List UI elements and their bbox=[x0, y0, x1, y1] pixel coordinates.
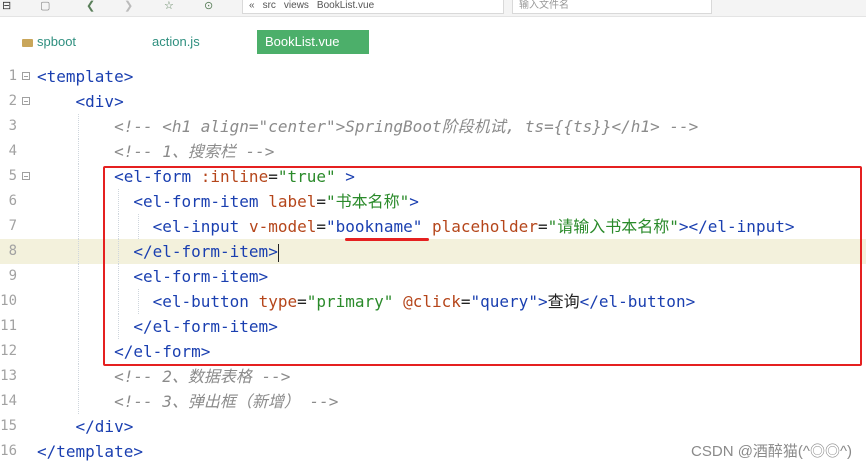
tab-label: action.js bbox=[152, 34, 200, 49]
code-line: 9 <el-form-item> bbox=[0, 264, 866, 289]
code-attr: :inline bbox=[200, 167, 269, 186]
code-token: <el-form-item bbox=[133, 192, 259, 211]
code-token: = bbox=[297, 292, 307, 311]
menu-icon[interactable]: ⊟ bbox=[2, 0, 11, 12]
code-attr: placeholder bbox=[431, 217, 538, 236]
code-line: 1 <template> bbox=[0, 64, 866, 89]
folder-icon bbox=[22, 38, 33, 47]
line-number: 2 bbox=[8, 93, 17, 109]
code-string: "请输入书本名称" bbox=[547, 217, 679, 236]
code-line: 5 <el-form :inline="true" > bbox=[0, 164, 866, 189]
code-line: 4 <!-- 1、搜索栏 --> bbox=[0, 139, 866, 164]
code-line: 10 <el-button type="primary" @click="que… bbox=[0, 289, 866, 314]
line-number: 1 bbox=[8, 68, 17, 84]
code-line: 15 </div> bbox=[0, 414, 866, 439]
line-number: 10 bbox=[0, 293, 17, 309]
code-token: </el-button> bbox=[579, 292, 696, 311]
code-token: = bbox=[537, 217, 548, 236]
code-token: </el-form-item> bbox=[133, 242, 278, 261]
line-number: 3 bbox=[8, 118, 17, 134]
code-token: <el-form bbox=[114, 167, 192, 186]
tab-booklist-vue[interactable]: BookList.vue bbox=[257, 30, 369, 54]
code-string: "书本名称" bbox=[326, 192, 410, 211]
code-comment: <!-- 2、数据表格 --> bbox=[114, 367, 291, 386]
code-token: </div> bbox=[75, 417, 134, 436]
breadcrumb: « src views BookList.vue bbox=[242, 0, 504, 14]
line-number: 11 bbox=[0, 318, 17, 334]
code-comment: <!-- <h1 align="center">SpringBoot阶段机试, … bbox=[114, 117, 699, 136]
code-token: = bbox=[316, 217, 327, 236]
code-token: <el-input bbox=[152, 217, 240, 236]
back-icon[interactable]: ❮ bbox=[86, 0, 95, 12]
line-number: 12 bbox=[0, 343, 17, 359]
tab-label: BookList.vue bbox=[265, 34, 340, 49]
tab-spboot[interactable]: spboot bbox=[14, 30, 84, 54]
code-token: = bbox=[460, 292, 471, 311]
breadcrumb-src[interactable]: src bbox=[263, 0, 276, 11]
code-token: > bbox=[409, 192, 419, 211]
code-line: 14 <!-- 3、弹出框（新增） --> bbox=[0, 389, 866, 414]
code-line: 6 <el-form-item label="书本名称"> bbox=[0, 189, 866, 214]
file-search-input[interactable]: 输入文件名 bbox=[512, 0, 712, 14]
breadcrumb-views[interactable]: views bbox=[284, 0, 309, 11]
code-line: 7 <el-input v-model="bookname" placehold… bbox=[0, 214, 866, 239]
code-token: <div> bbox=[75, 92, 124, 111]
file-icon[interactable]: ▢ bbox=[40, 0, 50, 12]
code-token: <template> bbox=[37, 67, 134, 86]
line-number: 16 bbox=[0, 443, 17, 459]
fold-icon[interactable] bbox=[22, 97, 30, 105]
line-number: 5 bbox=[8, 168, 17, 184]
code-attr: label bbox=[268, 192, 317, 211]
top-toolbar: ⊟ ▢ ❮ ❯ ☆ ⊙ « src views BookList.vue 输入文件名 bbox=[0, 0, 866, 17]
line-number: 6 bbox=[8, 193, 17, 209]
line-number: 8 bbox=[8, 243, 17, 259]
code-string: "bookname" bbox=[326, 217, 423, 236]
line-number: 13 bbox=[0, 368, 17, 384]
star-icon[interactable]: ☆ bbox=[164, 0, 174, 12]
code-token: = bbox=[268, 167, 278, 186]
line-number: 15 bbox=[0, 418, 17, 434]
code-token: </el-form> bbox=[114, 342, 211, 361]
line-number: 4 bbox=[8, 143, 17, 159]
code-string: "true" bbox=[277, 167, 336, 186]
line-number: 7 bbox=[8, 218, 17, 234]
code-attr: @click bbox=[403, 292, 461, 311]
code-token: <el-form-item> bbox=[133, 267, 269, 286]
breadcrumb-file[interactable]: BookList.vue bbox=[317, 0, 374, 11]
code-line: 2 <div> bbox=[0, 89, 866, 114]
breadcrumb-back[interactable]: « bbox=[249, 0, 255, 11]
code-line: 13 <!-- 2、数据表格 --> bbox=[0, 364, 866, 389]
code-token: > bbox=[335, 167, 355, 186]
play-icon[interactable]: ⊙ bbox=[204, 0, 213, 12]
code-line: 11 </el-form-item> bbox=[0, 314, 866, 339]
highlight-underline bbox=[345, 238, 429, 241]
forward-icon[interactable]: ❯ bbox=[124, 0, 133, 12]
code-text: 查询 bbox=[547, 292, 580, 311]
code-comment: <!-- 1、搜索栏 --> bbox=[114, 142, 275, 161]
tab-action-js[interactable]: action.js bbox=[144, 30, 208, 54]
code-token: </el-form-item> bbox=[133, 317, 278, 336]
fold-icon[interactable] bbox=[22, 172, 30, 180]
code-token: = bbox=[316, 192, 327, 211]
fold-icon[interactable] bbox=[22, 72, 30, 80]
code-token: ></el-input> bbox=[678, 217, 795, 236]
code-attr: v-model bbox=[248, 217, 317, 236]
code-string: "primary" bbox=[306, 292, 394, 311]
code-attr: type bbox=[258, 292, 298, 311]
text-cursor bbox=[277, 243, 279, 262]
tab-label: spboot bbox=[37, 34, 77, 49]
editor-tabs: spboot action.js BookList.vue bbox=[0, 30, 866, 54]
code-line: 3 <!-- <h1 align="center">SpringBoot阶段机试… bbox=[0, 114, 866, 139]
code-token: <el-button bbox=[152, 292, 249, 311]
code-line: 12 </el-form> bbox=[0, 339, 866, 364]
line-number: 14 bbox=[0, 393, 17, 409]
code-string: "query" bbox=[470, 292, 538, 311]
line-number: 9 bbox=[8, 268, 17, 284]
code-token: > bbox=[537, 292, 548, 311]
code-comment: <!-- 3、弹出框（新增） --> bbox=[114, 392, 339, 411]
code-line-current: 8 </el-form-item> bbox=[0, 239, 866, 264]
watermark: CSDN @酒醉猫(^◎◎^) bbox=[691, 443, 852, 460]
code-token: </template> bbox=[37, 442, 143, 461]
